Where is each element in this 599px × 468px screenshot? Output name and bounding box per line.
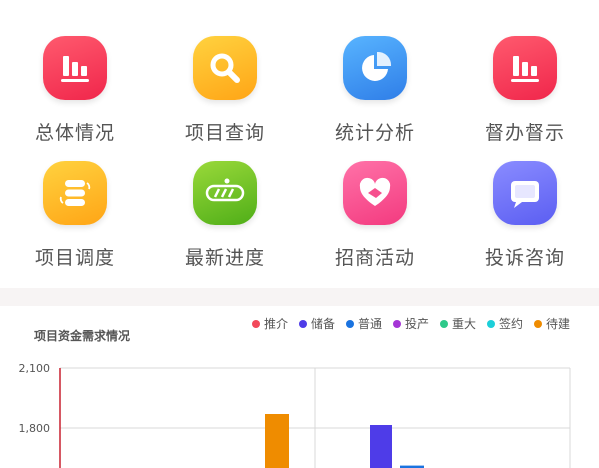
funding-chart-panel: 项目资金需求情况 推介 储备 普通 投产 重大 签约 待建 2,100 1,800 [0,306,599,468]
menu-item-scheduling[interactable]: 项目调度 [0,145,150,288]
server-sync-icon [43,161,107,225]
menu-item-label: 统计分析 [334,122,415,144]
section-divider [0,288,599,306]
menu-item-complaints[interactable]: 投诉咨询 [450,145,599,288]
chat-bubble-icon [493,161,557,225]
menu-item-project-search[interactable]: 项目查询 [150,0,300,145]
chart-bar-储备 [370,425,392,468]
y-tick-label: 2,100 [19,362,51,375]
menu-item-supervision[interactable]: 督办督示 [450,0,599,145]
progress-bar-icon [193,161,257,225]
menu-item-label: 投诉咨询 [484,247,565,269]
bar-chart-icon [43,36,107,100]
pie-chart-icon [343,36,407,100]
chart-plot: 2,100 1,800 [19,362,571,468]
menu-grid: 总体情况 项目查询 统计分析 督办督示 项目调度 最新进度 招商活动 投诉咨询 [0,0,599,288]
menu-item-latest-progress[interactable]: 最新进度 [150,145,300,288]
menu-item-label: 招商活动 [334,247,415,269]
menu-item-label: 督办督示 [484,122,565,144]
menu-item-statistics[interactable]: 统计分析 [300,0,450,145]
search-icon [193,36,257,100]
menu-item-label: 项目查询 [184,122,265,144]
y-tick-label: 1,800 [19,422,51,435]
menu-item-label: 总体情况 [34,122,115,144]
menu-item-overview[interactable]: 总体情况 [0,0,150,145]
handshake-heart-icon [343,161,407,225]
menu-item-investment-events[interactable]: 招商活动 [300,145,450,288]
menu-item-label: 最新进度 [184,247,265,269]
bar-chart-icon [493,36,557,100]
menu-item-label: 项目调度 [34,247,115,269]
chart-bar-待建 [265,414,289,468]
